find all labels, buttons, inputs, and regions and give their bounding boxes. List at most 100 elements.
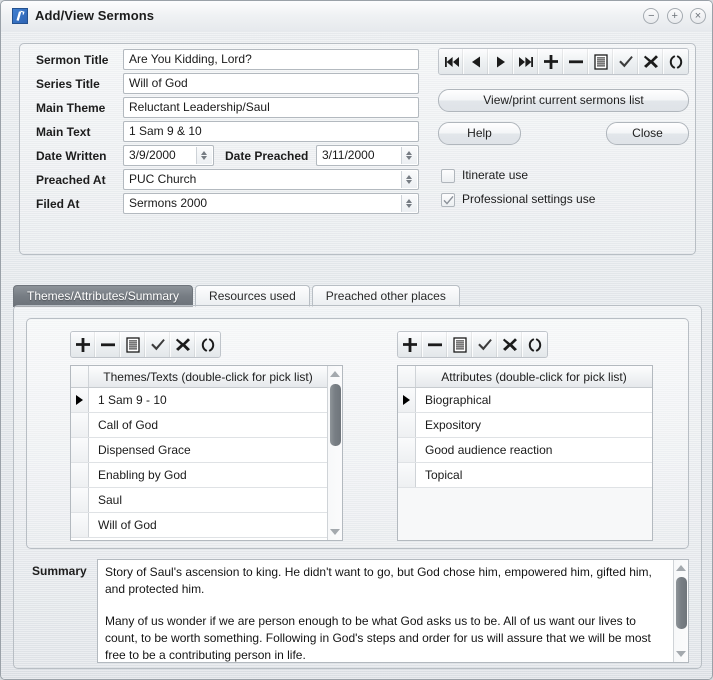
preached-at-spinner-up-icon[interactable] <box>406 175 412 179</box>
sermon-app-icon <box>12 8 28 24</box>
themes-cancel-button[interactable] <box>171 332 196 357</box>
themes-scroll-up-icon[interactable] <box>328 367 342 381</box>
tab-resources-used[interactable]: Resources used <box>195 285 310 307</box>
themes-post-button[interactable] <box>146 332 171 357</box>
table-row[interactable]: 1 Sam 9 - 10 <box>71 388 327 413</box>
table-row[interactable]: Saul <box>71 488 327 513</box>
tab-preached-other-places[interactable]: Preached other places <box>311 285 460 307</box>
help-button[interactable]: Help <box>438 122 521 145</box>
table-row[interactable]: Will of God <box>71 513 327 538</box>
last-record-button[interactable] <box>514 49 539 74</box>
table-row[interactable]: Topical <box>398 463 652 488</box>
table-row[interactable]: Biographical <box>398 388 652 413</box>
summary-textarea[interactable]: Story of Saul's ascension to king. He di… <box>97 559 689 663</box>
summary-scroll-thumb[interactable] <box>676 577 687 629</box>
themes-refresh-button[interactable] <box>196 332 220 357</box>
themes-row-value: Enabling by God <box>98 468 187 482</box>
delete-record-button[interactable] <box>564 49 589 74</box>
attributes-insert-button[interactable] <box>398 332 423 357</box>
label-main-text: Main Text <box>36 125 91 139</box>
cancel-edit-button[interactable] <box>639 49 664 74</box>
themes-column-header: Themes/Texts (double-click for pick list… <box>103 369 313 384</box>
insert-record-button[interactable] <box>539 49 564 74</box>
attributes-refresh-button[interactable] <box>523 332 547 357</box>
close-window-button[interactable]: × <box>690 8 706 24</box>
preached-at-spinner-down-icon[interactable] <box>406 180 412 184</box>
table-row[interactable]: Expository <box>398 413 652 438</box>
preached-at-value: PUC Church <box>129 172 197 186</box>
filed-at-spinner-down-icon[interactable] <box>406 204 412 208</box>
filed-at-spinner[interactable] <box>401 195 417 212</box>
attributes-edit-button[interactable] <box>448 332 473 357</box>
series-title-input[interactable]: Will of God <box>123 73 419 94</box>
themes-grid[interactable]: Themes/Texts (double-click for pick list… <box>70 365 343 541</box>
summary-scroll-down-icon[interactable] <box>674 647 688 661</box>
label-date-preached: Date Preached <box>225 149 309 163</box>
add-view-sermons-window: Add/View Sermons − + × Sermon Title Seri… <box>0 0 713 680</box>
attributes-post-button[interactable] <box>473 332 498 357</box>
tab-themes-attributes-summary[interactable]: Themes/Attributes/Summary <box>13 285 194 307</box>
attributes-row-value: Expository <box>425 418 482 432</box>
post-edit-button[interactable] <box>614 49 639 74</box>
summary-scrollbar[interactable] <box>673 560 688 662</box>
date-written-input[interactable]: 3/9/2000 <box>123 145 214 166</box>
sermon-title-input[interactable]: Are You Kidding, Lord? <box>123 49 419 70</box>
attributes-delete-button[interactable] <box>423 332 448 357</box>
attributes-row-indicator <box>398 438 416 462</box>
date-preached-value: 3/11/2000 <box>322 148 375 162</box>
attributes-grid[interactable]: Attributes (double-click for pick list) … <box>397 365 653 541</box>
date-preached-spinner-down-icon[interactable] <box>406 156 412 160</box>
previous-record-button[interactable] <box>464 49 489 74</box>
preached-at-input[interactable]: PUC Church <box>123 169 419 190</box>
themes-row-value: 1 Sam 9 - 10 <box>98 393 167 407</box>
attributes-cancel-button[interactable] <box>498 332 523 357</box>
summary-scroll-up-icon[interactable] <box>674 561 688 575</box>
current-row-caret-icon <box>76 395 83 405</box>
table-row[interactable]: Enabling by God <box>71 463 327 488</box>
attributes-header-gutter <box>398 366 416 387</box>
minimize-button[interactable]: − <box>643 8 660 24</box>
date-written-spinner[interactable] <box>196 147 212 164</box>
main-text-input[interactable]: 1 Sam 9 & 10 <box>123 121 419 142</box>
themes-row-indicator <box>71 488 89 512</box>
close-button[interactable]: Close <box>606 122 689 145</box>
main-theme-input[interactable]: Reluctant Leadership/Saul <box>123 97 419 118</box>
filed-at-value: Sermons 2000 <box>129 196 208 210</box>
themes-edit-button[interactable] <box>121 332 146 357</box>
themes-delete-button[interactable] <box>96 332 121 357</box>
attributes-row-value: Topical <box>425 468 463 482</box>
attributes-grid-toolbar <box>397 331 548 358</box>
themes-row-value: Saul <box>98 493 123 507</box>
itinerate-use-checkbox[interactable] <box>441 169 455 183</box>
tab-panel: Themes/Texts (double-click for pick list… <box>13 305 702 669</box>
date-written-spinner-down-icon[interactable] <box>201 156 207 160</box>
attributes-row-value: Biographical <box>425 393 492 407</box>
professional-settings-use-checkbox[interactable] <box>441 193 455 207</box>
table-row[interactable]: Dispensed Grace <box>71 438 327 463</box>
next-record-button[interactable] <box>489 49 514 74</box>
preached-at-spinner[interactable] <box>401 171 417 188</box>
themes-insert-button[interactable] <box>71 332 96 357</box>
maximize-button[interactable]: + <box>666 8 683 24</box>
date-preached-spinner[interactable] <box>401 147 417 164</box>
themes-grid-scrollbar[interactable] <box>327 366 342 540</box>
date-written-spinner-up-icon[interactable] <box>201 151 207 155</box>
themes-scroll-down-icon[interactable] <box>328 525 342 539</box>
summary-paragraph: Story of Saul's ascension to king. He di… <box>105 565 652 596</box>
edit-record-button[interactable] <box>589 49 614 74</box>
date-preached-spinner-up-icon[interactable] <box>406 151 412 155</box>
refresh-button[interactable] <box>664 49 688 74</box>
first-record-button[interactable] <box>439 49 464 74</box>
view-print-sermons-list-button[interactable]: View/print current sermons list <box>438 89 689 112</box>
themes-row-indicator <box>71 463 89 487</box>
filed-at-input[interactable]: Sermons 2000 <box>123 193 419 214</box>
table-row[interactable]: Call of God <box>71 413 327 438</box>
filed-at-spinner-up-icon[interactable] <box>406 199 412 203</box>
themes-grid-header-row: Themes/Texts (double-click for pick list… <box>71 366 327 388</box>
label-filed-at: Filed At <box>36 197 80 211</box>
themes-scroll-thumb[interactable] <box>330 384 341 446</box>
date-preached-input[interactable]: 3/11/2000 <box>316 145 419 166</box>
themes-grid-toolbar <box>70 331 221 358</box>
table-row[interactable]: Good audience reaction <box>398 438 652 463</box>
summary-text-content: Story of Saul's ascension to king. He di… <box>98 560 673 662</box>
